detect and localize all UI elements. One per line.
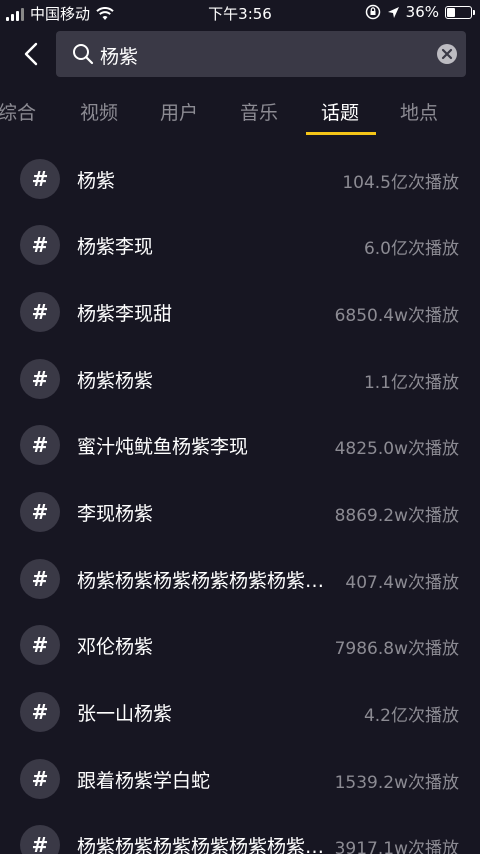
list-item[interactable]: # 杨紫杨紫杨紫杨紫杨紫杨紫杨紫杨紫 407.4w次播放: [0, 546, 480, 612]
battery-percent: 36%: [405, 3, 439, 21]
battery-level: [447, 7, 455, 17]
rotation-lock-icon: [365, 4, 380, 20]
play-count: 8869.2w次播放: [334, 506, 459, 526]
search-icon: [73, 44, 94, 65]
tab-话题[interactable]: 话题: [321, 98, 359, 125]
hashtag-icon: #: [20, 225, 60, 265]
list-item[interactable]: # 邓伦杨紫 7986.8w次播放: [0, 612, 480, 678]
topic-title: 蜜汁炖鱿鱼杨紫李现: [77, 436, 249, 458]
play-count: 104.5亿次播放: [342, 173, 459, 193]
topic-title: 杨紫杨紫杨紫杨紫杨紫杨紫杨紫: [77, 836, 335, 854]
topic-title: 杨紫李现甜: [77, 303, 173, 325]
chevron-left-icon: [24, 42, 38, 66]
play-count: 6.0亿次播放: [363, 239, 459, 259]
topic-title: 邓伦杨紫: [77, 636, 154, 658]
play-count: 407.4w次播放: [345, 573, 459, 593]
hashtag-icon: #: [20, 692, 60, 732]
hashtag-icon: #: [20, 625, 60, 665]
topic-title: 跟着杨紫学白蛇: [77, 770, 211, 792]
hashtag-icon: #: [20, 492, 60, 532]
list-item[interactable]: # 杨紫李现甜 6850.4w次播放: [0, 279, 480, 345]
battery-icon: [445, 5, 475, 19]
hashtag-icon: #: [20, 159, 60, 199]
topic-title: 杨紫: [77, 170, 116, 192]
list-item[interactable]: # 杨紫 104.5亿次播放: [0, 146, 480, 212]
list-item[interactable]: # 杨紫李现 6.0亿次播放: [0, 212, 480, 278]
hashtag-icon: #: [20, 292, 60, 332]
hashtag-icon: #: [20, 425, 60, 465]
play-count: 4825.0w次播放: [334, 439, 459, 459]
search-query: 杨紫: [100, 46, 139, 68]
tab-bar: 综合 视频 用户 音乐 话题 地点: [0, 90, 480, 135]
tab-地点[interactable]: 地点: [400, 98, 438, 125]
topic-title: 李现杨紫: [77, 503, 154, 525]
hashtag-icon: #: [20, 359, 60, 399]
hashtag-icon: #: [20, 825, 60, 854]
topic-title: 杨紫杨紫杨紫杨紫杨紫杨紫杨紫杨紫: [77, 570, 335, 592]
play-count: 7986.8w次播放: [334, 639, 459, 659]
active-tab-indicator: [306, 132, 376, 135]
list-item[interactable]: # 杨紫杨紫 1.1亿次播放: [0, 346, 480, 412]
status-bar: 中国移动 下午3:56 36%: [0, 0, 480, 26]
hashtag-icon: #: [20, 559, 60, 599]
back-button[interactable]: [14, 36, 48, 72]
hashtag-icon: #: [20, 759, 60, 799]
play-count: 1.1亿次播放: [363, 373, 459, 393]
play-count: 3917.1w次播放: [334, 839, 459, 854]
list-item[interactable]: # 蜜汁炖鱿鱼杨紫李现 4825.0w次播放: [0, 412, 480, 478]
play-count: 4.2亿次播放: [363, 706, 459, 726]
status-right: 36%: [365, 3, 475, 21]
location-arrow-icon: [387, 6, 399, 18]
play-count: 6850.4w次播放: [334, 306, 459, 326]
topic-title: 张一山杨紫: [77, 703, 173, 725]
clear-icon[interactable]: [436, 43, 458, 65]
tab-综合[interactable]: 综合: [0, 98, 36, 125]
topic-title: 杨紫杨紫: [77, 370, 154, 392]
list-item[interactable]: # 张一山杨紫 4.2亿次播放: [0, 679, 480, 745]
tab-视频[interactable]: 视频: [80, 98, 118, 125]
tab-音乐[interactable]: 音乐: [240, 98, 278, 125]
search-input[interactable]: 杨紫: [56, 31, 466, 77]
play-count: 1539.2w次播放: [334, 773, 459, 793]
topic-title: 杨紫李现: [77, 236, 154, 258]
list-item[interactable]: # 跟着杨紫学白蛇 1539.2w次播放: [0, 746, 480, 812]
list-item[interactable]: # 李现杨紫 8869.2w次播放: [0, 479, 480, 545]
tab-用户[interactable]: 用户: [160, 98, 198, 125]
list-item[interactable]: # 杨紫杨紫杨紫杨紫杨紫杨紫杨紫 3917.1w次播放: [0, 812, 480, 854]
